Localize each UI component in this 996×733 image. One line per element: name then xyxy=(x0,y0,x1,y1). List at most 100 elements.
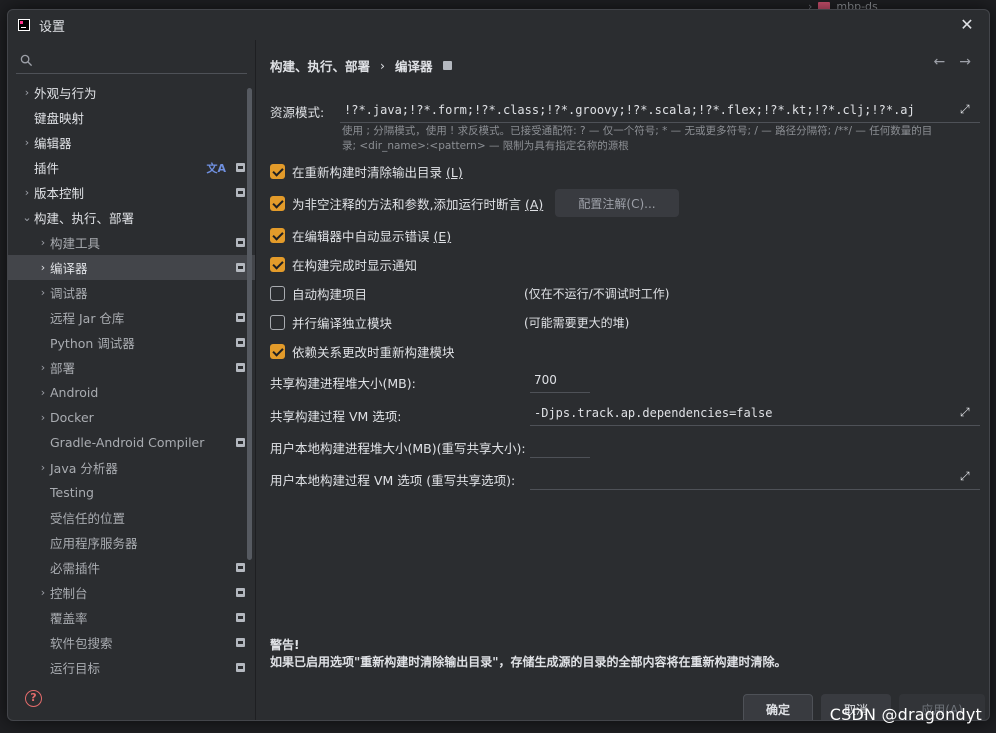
expand-icon[interactable]: ⤢ xyxy=(960,102,974,116)
sidebar-scrollbar[interactable] xyxy=(247,88,252,560)
sidebar-item[interactable]: Gradle-Android Compiler xyxy=(8,430,255,455)
dialog-title: 设置 xyxy=(39,19,66,35)
parallel-compile-note: (可能需要更大的堆) xyxy=(524,316,630,330)
sidebar-item[interactable]: › 版本控制 xyxy=(8,180,255,205)
sidebar-item[interactable]: 键盘映射 xyxy=(8,105,255,130)
shared-vm-label: 共享构建过程 VM 选项: xyxy=(270,409,402,424)
configure-annotations-button[interactable]: 配置注解(C)... xyxy=(555,189,679,217)
sidebar-item[interactable]: › 外观与行为 xyxy=(8,80,255,105)
notify-done-checkbox[interactable] xyxy=(270,257,285,272)
chevron-icon[interactable]: › xyxy=(36,386,50,399)
compiler-settings-panel: 构建、执行、部署 › 编译器 ← → 资源模式: !?*.java;!?*.fo… xyxy=(256,40,989,720)
sidebar-item[interactable]: › Java 分析器 xyxy=(8,455,255,480)
intellij-app-icon xyxy=(18,19,30,31)
auto-build-label: 自动构建项目 xyxy=(292,287,368,302)
sidebar-item-label: 控制台 xyxy=(50,586,88,601)
sidebar-item-label: Testing xyxy=(50,485,94,500)
sidebar-item-label: 插件 xyxy=(34,161,60,176)
project-level-badge-icon xyxy=(236,188,245,197)
forward-arrow-icon[interactable]: → xyxy=(959,54,971,70)
chevron-icon[interactable]: › xyxy=(36,286,50,299)
chevron-icon[interactable]: › xyxy=(36,361,50,374)
sidebar-item[interactable]: 运行目标 xyxy=(8,655,255,680)
sidebar-item-label: Gradle-Android Compiler xyxy=(50,435,205,450)
rebuild-deps-checkbox[interactable] xyxy=(270,344,285,359)
notify-done-option[interactable]: 在构建完成时显示通知 xyxy=(270,255,417,274)
chevron-icon[interactable]: › xyxy=(36,261,50,274)
sidebar-item[interactable]: 应用程序服务器 xyxy=(8,530,255,555)
notify-done-label: 在构建完成时显示通知 xyxy=(292,258,418,273)
project-level-badge-icon xyxy=(236,313,245,322)
clear-output-checkbox[interactable] xyxy=(270,164,285,179)
sidebar-item[interactable]: ⌄ 构建、执行、部署 xyxy=(8,205,255,230)
navigation-arrows: ← → xyxy=(934,54,971,70)
expand-icon[interactable]: ⤢ xyxy=(960,469,974,483)
user-heap-input[interactable] xyxy=(530,432,590,458)
parallel-compile-checkbox[interactable] xyxy=(270,315,285,330)
sidebar-item[interactable]: 远程 Jar 仓库 xyxy=(8,305,255,330)
project-level-badge-icon xyxy=(236,338,245,347)
user-heap-row: 用户本地构建进程堆大小(MB)(重写共享大小): xyxy=(270,438,526,457)
chevron-icon[interactable]: › xyxy=(36,236,50,249)
chevron-icon[interactable]: › xyxy=(20,186,34,199)
sidebar-item[interactable]: › 编辑器 xyxy=(8,130,255,155)
sidebar-item[interactable]: › 部署 xyxy=(8,355,255,380)
settings-search-input[interactable] xyxy=(16,48,247,74)
sidebar-item-label: 受信任的位置 xyxy=(50,511,126,526)
sidebar-item[interactable]: 插件 文A xyxy=(8,155,255,180)
chevron-icon[interactable]: ⌄ xyxy=(20,211,34,224)
expand-icon[interactable]: ⤢ xyxy=(960,405,974,419)
chevron-icon[interactable]: › xyxy=(20,136,34,149)
sidebar-item-label: 覆盖率 xyxy=(50,611,88,626)
user-vm-input[interactable]: ⤢ xyxy=(530,464,980,490)
shared-vm-input[interactable]: -Djps.track.ap.dependencies=false ⤢ xyxy=(530,400,980,426)
auto-build-option[interactable]: 自动构建项目 xyxy=(270,284,367,303)
show-errors-option[interactable]: 在编辑器中自动显示错误 (E) xyxy=(270,226,451,245)
sidebar-item-label: 远程 Jar 仓库 xyxy=(50,311,125,326)
rebuild-deps-option[interactable]: 依赖关系更改时重新构建模块 xyxy=(270,342,455,361)
sidebar-item[interactable]: Testing xyxy=(8,480,255,505)
sidebar-item[interactable]: 软件包搜索 xyxy=(8,630,255,655)
search-icon xyxy=(20,54,33,67)
settings-dialog: 设置 ✕ › 外观与行为 键盘映射 › 编辑器 插件 文A › 版本控制 ⌄ 构建、执行、部署 › 构建… xyxy=(7,9,990,721)
ok-button[interactable]: 确定 xyxy=(743,694,813,720)
watermark: CSDN @dragondyt xyxy=(829,705,982,724)
back-arrow-icon[interactable]: ← xyxy=(934,54,946,70)
sidebar-item[interactable]: 必需插件 xyxy=(8,555,255,580)
title-bar: 设置 ✕ xyxy=(8,10,989,40)
clear-output-option[interactable]: 在重新构建时清除输出目录 (L) xyxy=(270,162,463,181)
resource-patterns-input[interactable]: !?*.java;!?*.form;!?*.class;!?*.groovy;!… xyxy=(340,97,980,123)
parallel-compile-option[interactable]: 并行编译独立模块 xyxy=(270,313,392,332)
auto-build-checkbox[interactable] xyxy=(270,286,285,301)
sidebar-item-label: Android xyxy=(50,385,99,400)
project-level-badge-icon xyxy=(236,238,245,247)
sidebar-item[interactable]: Python 调试器 xyxy=(8,330,255,355)
breadcrumb-current: 编译器 xyxy=(395,59,433,74)
project-level-badge-icon xyxy=(236,563,245,572)
sidebar-item-label: 调试器 xyxy=(50,286,88,301)
close-icon[interactable]: ✕ xyxy=(957,15,977,35)
add-assertions-option[interactable]: 为非空注释的方法和参数,添加运行时断言 (A) xyxy=(270,194,543,213)
sidebar-item[interactable]: › Android xyxy=(8,380,255,405)
show-errors-checkbox[interactable] xyxy=(270,228,285,243)
sidebar-item[interactable]: › 控制台 xyxy=(8,580,255,605)
help-icon[interactable]: ? xyxy=(25,690,42,707)
sidebar-item-label: 软件包搜索 xyxy=(50,636,113,651)
chevron-icon[interactable]: › xyxy=(36,411,50,424)
shared-heap-input[interactable]: 700 xyxy=(530,367,590,393)
warning-title: 警告! xyxy=(270,638,300,652)
add-assertions-checkbox[interactable] xyxy=(270,196,285,211)
sidebar-item[interactable]: 覆盖率 xyxy=(8,605,255,630)
chevron-icon[interactable]: › xyxy=(36,586,50,599)
sidebar-item[interactable]: › Docker xyxy=(8,405,255,430)
warning-body: 如果已启用选项"重新构建时清除输出目录"，存储生成源的目录的全部内容将在重新构建… xyxy=(270,655,787,669)
project-level-badge-icon xyxy=(236,663,245,672)
sidebar-item[interactable]: 受信任的位置 xyxy=(8,505,255,530)
sidebar-item[interactable]: › 编译器 xyxy=(8,255,255,280)
chevron-icon[interactable]: › xyxy=(20,86,34,99)
breadcrumb-parent[interactable]: 构建、执行、部署 xyxy=(270,56,370,75)
sidebar-item[interactable]: › 构建工具 xyxy=(8,230,255,255)
chevron-icon[interactable]: › xyxy=(36,461,50,474)
show-errors-label: 在编辑器中自动显示错误 (E) xyxy=(292,229,452,244)
sidebar-item[interactable]: › 调试器 xyxy=(8,280,255,305)
